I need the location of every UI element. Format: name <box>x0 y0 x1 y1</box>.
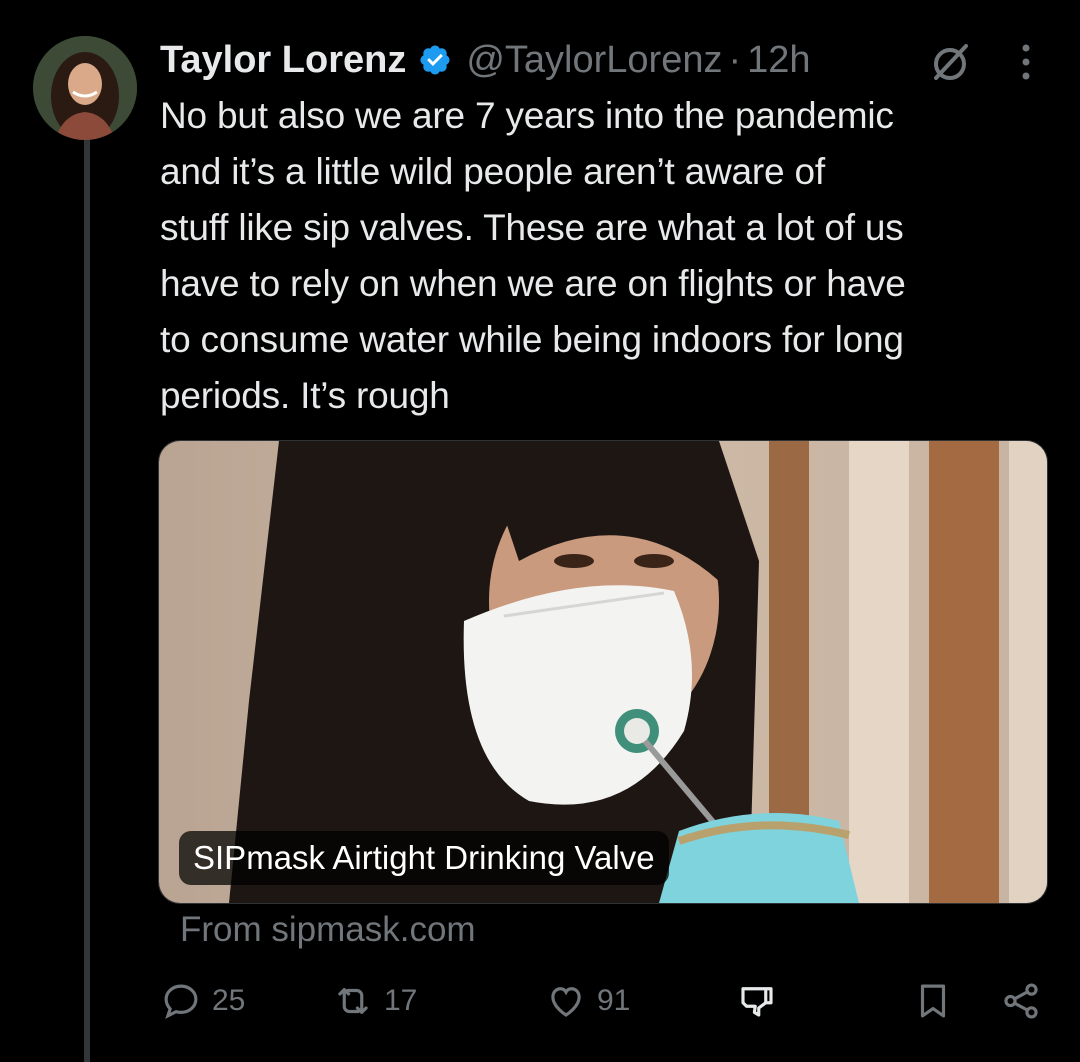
repost-count: 17 <box>384 984 418 1017</box>
downvote-button[interactable] <box>736 980 778 1022</box>
like-count: 91 <box>597 984 631 1017</box>
reply-icon <box>164 984 198 1020</box>
more-icon[interactable] <box>1012 40 1040 84</box>
share-icon <box>1004 983 1038 1019</box>
link-card[interactable]: SIPmask Airtight Drinking Valve <box>158 440 1048 904</box>
verified-badge-icon <box>418 43 452 77</box>
reply-count: 25 <box>212 984 246 1017</box>
timestamp[interactable]: 12h <box>747 39 810 82</box>
card-source[interactable]: From sipmask.com <box>180 910 476 950</box>
author-handle[interactable]: @TaylorLorenz <box>466 39 722 82</box>
share-button[interactable] <box>1000 980 1042 1022</box>
like-button[interactable]: 91 <box>545 980 630 1022</box>
separator: · <box>728 38 742 81</box>
bookmark-button[interactable] <box>912 980 954 1022</box>
grok-icon[interactable] <box>928 40 972 84</box>
bookmark-icon <box>920 984 946 1018</box>
repost-icon <box>338 988 368 1014</box>
tweet-text: No but also we are 7 years into the pand… <box>160 95 906 416</box>
thread-line <box>84 140 90 1062</box>
reply-button[interactable]: 25 <box>160 980 245 1022</box>
action-bar: 25 17 91 <box>160 980 1050 1036</box>
repost-button[interactable]: 17 <box>332 980 417 1022</box>
downvote-icon <box>741 987 773 1017</box>
card-title: SIPmask Airtight Drinking Valve <box>179 831 669 885</box>
tweet-header: Taylor Lorenz @TaylorLorenz · 12h <box>160 30 811 90</box>
avatar[interactable] <box>33 36 137 140</box>
like-icon <box>551 987 581 1017</box>
author-name[interactable]: Taylor Lorenz <box>160 39 406 82</box>
